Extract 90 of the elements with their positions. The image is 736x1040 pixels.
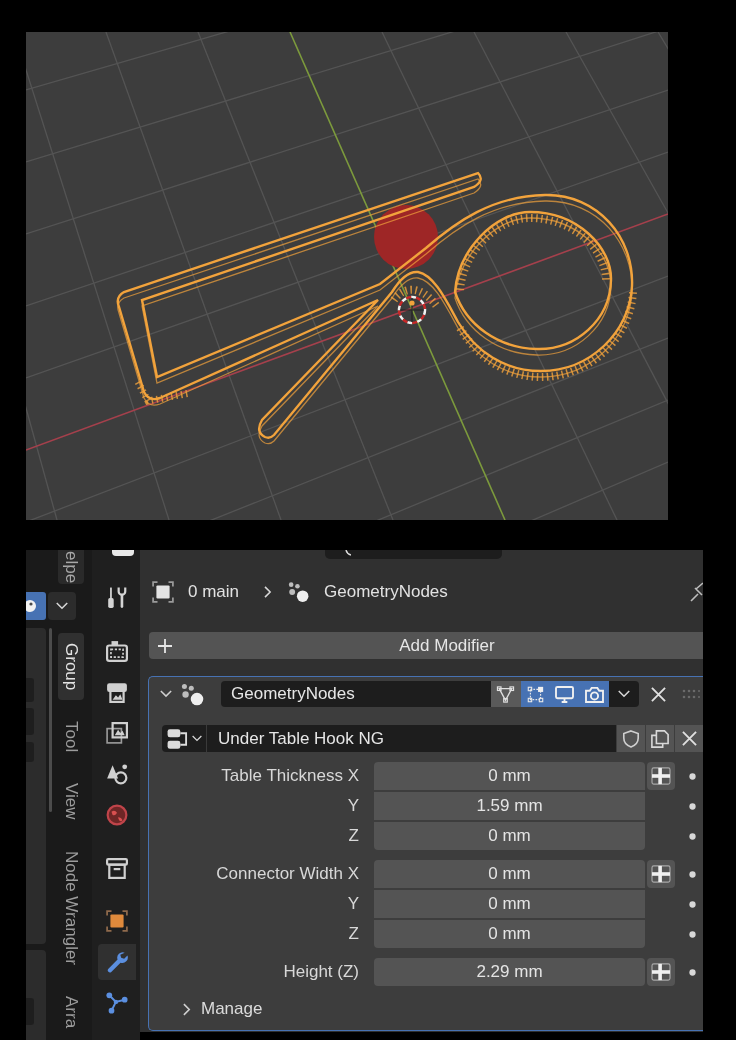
caret-icon <box>56 602 68 610</box>
number-field[interactable]: 0 mm <box>374 822 645 850</box>
add-modifier-button[interactable]: Add Modifier <box>149 632 703 659</box>
sidebar-tab[interactable]: Tool <box>58 711 84 763</box>
3d-cursor-icon <box>397 295 427 325</box>
archive-box-icon <box>106 857 128 879</box>
dot-icon[interactable] <box>688 930 696 938</box>
vertex-square-icon <box>525 685 545 703</box>
number-field[interactable]: 0 mm <box>374 762 645 790</box>
field-label: Y <box>346 796 359 816</box>
sidebar-tab[interactable]: Node Wrangler <box>58 841 84 975</box>
plus-icon <box>158 638 172 653</box>
dots-icon <box>181 682 205 706</box>
square-frame-icon <box>106 910 128 932</box>
field-label: Z <box>347 826 359 846</box>
breadcrumb-item: 0 main <box>188 582 240 602</box>
sidebar-tab[interactable]: View <box>58 773 84 830</box>
subpanel-header[interactable]: Manage <box>183 996 263 1022</box>
grid-icon <box>651 865 671 883</box>
duplicate-icon <box>651 729 669 748</box>
toggle-button[interactable] <box>647 762 675 790</box>
dot-icon[interactable] <box>688 772 696 780</box>
name-field[interactable]: Under Table Hook NG <box>206 725 616 752</box>
shield-button[interactable] <box>617 725 645 752</box>
field-label: Height (Z) <box>282 962 359 982</box>
number-field[interactable]: 1.59 mm <box>374 792 645 820</box>
dot-icon[interactable] <box>688 832 696 840</box>
pin-icon[interactable] <box>690 582 703 602</box>
globe-icon <box>106 804 128 826</box>
field-label: Connector Width X <box>215 864 359 884</box>
caret-icon <box>192 735 202 742</box>
chevron-icon <box>183 1002 191 1016</box>
dot-icon[interactable] <box>688 900 696 908</box>
field-label: Z <box>347 924 359 944</box>
number-field[interactable]: 0 mm <box>374 890 645 918</box>
drag-handle-icon[interactable] <box>682 689 700 699</box>
square-frame-icon <box>152 581 174 603</box>
field-label: Table Thickness X <box>220 766 359 786</box>
input-field[interactable] <box>26 742 34 762</box>
toggle-button[interactable] <box>647 958 675 986</box>
search-icon <box>345 550 351 556</box>
input-field[interactable] <box>26 998 34 1025</box>
shield-icon <box>622 729 640 748</box>
field-label: Y <box>346 894 359 914</box>
dots-icon <box>288 581 311 603</box>
camera-back-icon <box>106 640 128 662</box>
chevron-icon <box>264 586 273 598</box>
close-icon <box>650 686 666 702</box>
sidebar-tab[interactable]: elpe <box>58 550 84 584</box>
number-field[interactable]: 0 mm <box>374 860 645 888</box>
dot-icon[interactable] <box>688 968 696 976</box>
grid-icon <box>651 767 671 785</box>
dot-icon[interactable] <box>688 870 696 878</box>
dropdown-button[interactable] <box>48 592 76 620</box>
editor-type-icon[interactable] <box>112 550 134 556</box>
breadcrumb-item: GeometryNodes <box>324 582 448 602</box>
search-field[interactable] <box>325 550 502 559</box>
chevron-icon <box>160 690 172 698</box>
triangle-vertices-icon <box>496 685 516 703</box>
grid-icon <box>651 963 671 981</box>
toggle-button[interactable] <box>647 860 675 888</box>
close-icon <box>681 731 697 746</box>
scrollbar[interactable] <box>49 628 52 812</box>
number-field[interactable]: 2.29 mm <box>374 958 645 986</box>
node-tree-icon <box>166 727 190 750</box>
toggle-button[interactable] <box>520 681 550 707</box>
cone-sphere-icon <box>106 763 128 785</box>
input-field[interactable] <box>26 678 34 702</box>
input-field[interactable] <box>26 708 34 735</box>
number-field[interactable]: 0 mm <box>374 920 645 948</box>
camera-icon <box>584 685 604 703</box>
toggle-button[interactable] <box>491 681 521 707</box>
sphere-object <box>374 205 438 269</box>
sidebar-tab[interactable]: Arra <box>58 986 84 1029</box>
sidebar-tab[interactable]: Group <box>58 633 84 701</box>
image-stack-icon <box>106 722 128 744</box>
toggle-button[interactable] <box>26 592 46 620</box>
browse-button[interactable] <box>162 725 206 752</box>
toggle-button[interactable] <box>579 681 609 707</box>
name-field[interactable]: GeometryNodes <box>221 681 491 707</box>
monitor-icon <box>555 685 575 703</box>
close-button[interactable] <box>675 725 703 752</box>
printer-icon <box>106 681 128 703</box>
dropdown-button[interactable] <box>609 681 639 707</box>
node-graph-icon <box>106 992 128 1014</box>
wrench-icon <box>106 951 128 973</box>
copy-button[interactable] <box>646 725 674 752</box>
caret-icon <box>618 690 630 698</box>
screwdriver-wrench-icon <box>106 587 128 609</box>
dot-icon[interactable] <box>688 802 696 810</box>
